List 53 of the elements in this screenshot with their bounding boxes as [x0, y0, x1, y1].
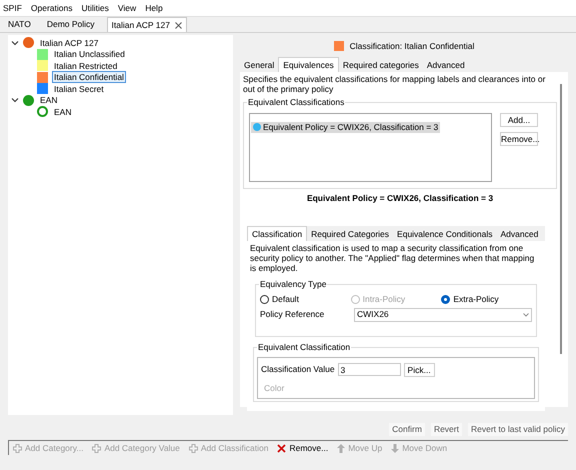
plus-icon — [13, 444, 22, 452]
tree-item[interactable]: Italian ACP 127 — [38, 36, 100, 49]
scrollbar[interactable] — [560, 84, 562, 354]
chevron-down-icon — [523, 312, 529, 316]
group-title: Equivalent Classifications — [247, 97, 346, 107]
tree-item[interactable]: Italian Restricted — [52, 60, 120, 72]
group-title: Equivalent Classification — [257, 342, 352, 352]
action-button[interactable]: Revert to last valid policy — [468, 423, 568, 436]
policy-dropdown[interactable]: CWIX26 — [354, 308, 532, 322]
document-tab[interactable]: Demo Policy — [42, 17, 99, 32]
list-button[interactable]: Remove... — [500, 132, 538, 146]
field-label: Classification Value — [261, 363, 335, 376]
radio-button[interactable] — [441, 294, 450, 304]
menu-item[interactable]: SPIF — [3, 2, 22, 14]
radio-label: Extra-Policy — [453, 292, 499, 306]
tree-item[interactable]: EAN — [52, 106, 74, 118]
radio-label: Intra-Policy — [362, 292, 406, 306]
action-button[interactable]: Revert — [430, 423, 462, 436]
menu-item[interactable]: View — [118, 2, 136, 14]
menu-item[interactable]: Operations — [30, 2, 72, 14]
tree-item[interactable]: Italian Unclassified — [52, 48, 127, 60]
plus-icon — [188, 444, 198, 452]
plus-icon — [92, 444, 102, 452]
summary: Equivalent Policy = CWIX26, Classification = 3 — [306, 192, 494, 205]
radio-button[interactable] — [260, 294, 269, 304]
pick-button[interactable]: Pick... — [404, 362, 435, 377]
sub-tab[interactable]: Classification — [247, 226, 308, 241]
cross-icon — [277, 444, 286, 452]
field-label: Color — [264, 382, 286, 394]
tab[interactable]: Equivalences — [278, 57, 339, 72]
sub-description: Equivalent classification is used to map a security classification from one security policy to another. The "Applied" flag determines when that mapping is employed. — [250, 242, 536, 273]
document-tab[interactable]: Italian ACP 127 — [106, 17, 187, 32]
action-button[interactable]: Confirm — [389, 423, 425, 436]
field-label: Policy Reference — [260, 308, 326, 321]
menu-item[interactable]: Help — [145, 2, 163, 14]
tree-item[interactable]: Italian Confidential — [52, 71, 126, 84]
tree-item[interactable]: EAN — [38, 94, 60, 106]
chevron-down-icon[interactable] — [11, 96, 19, 104]
document-tab[interactable]: NATO — [4, 17, 35, 32]
arrow-down-icon — [391, 444, 400, 452]
classification-input[interactable]: 3 — [338, 363, 401, 376]
description: Specifies the equivalent classifications for mapping labels and clearances into or out of the primary policy — [243, 74, 546, 94]
radio-label: Default — [272, 292, 299, 306]
group-title: Equivalency Type — [259, 278, 328, 289]
menu-item[interactable]: Utilities — [82, 2, 109, 14]
tree-item[interactable]: Italian Secret — [52, 82, 106, 95]
list-item[interactable]: Equivalent Policy = CWIX26, Classification = 3 — [251, 122, 440, 132]
toolbar-button[interactable]: Remove... — [277, 442, 328, 454]
arrow-up-icon — [337, 444, 346, 452]
chevron-down-icon[interactable] — [11, 38, 19, 47]
list-button[interactable]: Add... — [500, 113, 538, 127]
close-icon[interactable] — [175, 22, 182, 28]
detail-title: Classification: Italian Confidential — [350, 40, 474, 52]
